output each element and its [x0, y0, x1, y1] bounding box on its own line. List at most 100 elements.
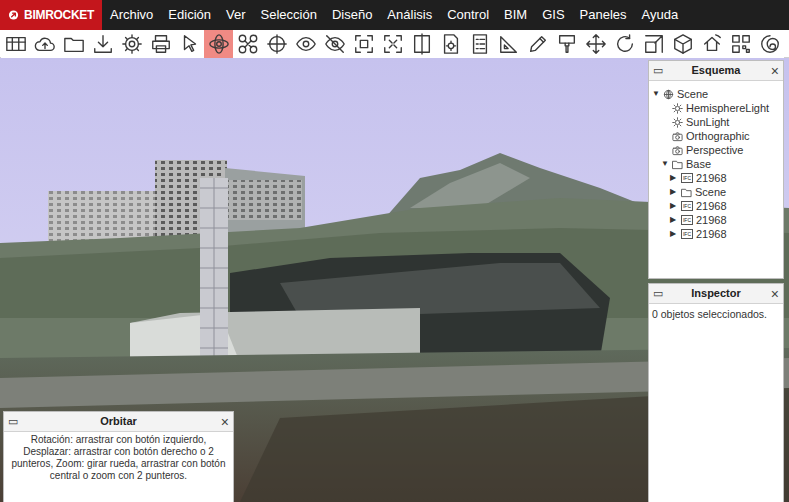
toolbar-button[interactable]	[581, 30, 610, 58]
toolbar-button[interactable]	[697, 30, 726, 58]
toolbar-button[interactable]	[523, 30, 552, 58]
minimize-icon[interactable]: ▭	[8, 416, 20, 427]
tree-toggle[interactable]: ▶	[670, 202, 679, 210]
menu-item[interactable]: Paneles	[580, 5, 627, 25]
panel-header[interactable]: ▭Orbitar×	[4, 412, 233, 432]
toolbar-button[interactable]	[88, 30, 117, 58]
toolbar-button[interactable]	[349, 30, 378, 58]
menu-item[interactable]: Diseño	[332, 5, 372, 25]
ifc-icon: IFC	[681, 215, 693, 225]
qr-icon	[730, 33, 752, 55]
brush-icon	[556, 33, 578, 55]
ifc-badge: IFC	[683, 176, 691, 181]
ifc-icon: IFC	[681, 229, 693, 239]
pencil-icon	[527, 33, 549, 55]
toolbar-button[interactable]	[233, 30, 262, 58]
toolbar-button[interactable]	[262, 30, 291, 58]
menu-item[interactable]: Edición	[168, 5, 211, 25]
home-icon	[701, 33, 723, 55]
minimize-icon[interactable]: ▭	[653, 65, 665, 76]
close-icon[interactable]: ×	[217, 415, 229, 429]
tree-toggle[interactable]: ▶	[670, 174, 679, 182]
tree-item[interactable]: ▶IFC21968	[652, 227, 783, 241]
menu-item[interactable]: Análisis	[387, 5, 432, 25]
inspector-panel: ▭Inspector×0 objetos seleccionados.	[648, 283, 784, 502]
toolbar-button[interactable]	[494, 30, 523, 58]
toolbar-button[interactable]	[378, 30, 407, 58]
menu-bar: BIMROCKET Archivo Edición Ver Selección Diseñ…	[0, 0, 789, 30]
tree-toggle[interactable]: ▼	[661, 160, 670, 168]
panel-header[interactable]: ▭Inspector×	[649, 284, 783, 304]
toolbar-button[interactable]	[59, 30, 88, 58]
menu-item[interactable]: Ayuda	[642, 5, 679, 25]
pointer-icon	[179, 33, 201, 55]
tree-item[interactable]: ▶IFC21968	[652, 213, 783, 227]
camera-icon	[672, 145, 683, 156]
toolbar-button[interactable]	[407, 30, 436, 58]
orbit-icon	[208, 33, 230, 55]
toolbar-button[interactable]	[726, 30, 755, 58]
tree-toggle[interactable]: ▶	[670, 188, 679, 196]
viewport-3d[interactable]: ▭Esquema×▼SceneHemisphereLightSunLightOr…	[0, 58, 789, 502]
toolbar-button[interactable]	[552, 30, 581, 58]
toolbar-button[interactable]	[320, 30, 349, 58]
tree-label: HemisphereLight	[685, 100, 769, 117]
toolbar-button[interactable]	[30, 30, 59, 58]
tree-item[interactable]: HemisphereLight	[652, 101, 783, 115]
tree-label: SunLight	[685, 114, 729, 131]
rotate-icon	[614, 33, 636, 55]
tree-item[interactable]: ▶IFC21968	[652, 199, 783, 213]
tree-label: 21968	[695, 198, 727, 215]
ifc-icon: IFC	[681, 201, 693, 211]
tree-item[interactable]: SunLight	[652, 115, 783, 129]
toolbar-button[interactable]	[755, 30, 784, 58]
menu-list: Archivo Edición Ver Selección Diseño Análisis…	[102, 0, 678, 30]
toolbar-button[interactable]	[146, 30, 175, 58]
menu-item[interactable]: Ver	[226, 5, 246, 25]
ifc-icon: IFC	[681, 173, 693, 183]
app-logo[interactable]: BIMROCKET	[0, 0, 102, 30]
checklist-icon	[469, 33, 491, 55]
tree-toggle[interactable]: ▶	[670, 230, 679, 238]
close-icon[interactable]: ×	[767, 64, 779, 78]
toolbar-button[interactable]	[175, 30, 204, 58]
toolbar-button[interactable]	[291, 30, 320, 58]
toolbar-button[interactable]	[639, 30, 668, 58]
toolbar-button[interactable]	[1, 30, 30, 58]
eyeoff-icon	[324, 33, 346, 55]
tree-item[interactable]: ▶Scene	[652, 185, 783, 199]
ifc-badge: IFC	[683, 218, 691, 223]
drone-icon	[237, 33, 259, 55]
menu-item[interactable]: Archivo	[110, 5, 153, 25]
section-icon	[411, 33, 433, 55]
panel-body: 0 objetos seleccionados.	[649, 304, 783, 502]
tree-item[interactable]: ▼Base	[652, 157, 783, 171]
outline-panel: ▭Esquema×▼SceneHemisphereLightSunLightOr…	[648, 60, 784, 279]
close-icon[interactable]: ×	[767, 287, 779, 301]
toolbar-button[interactable]	[610, 30, 639, 58]
panel-title: Inspector	[665, 285, 767, 302]
panel-body: Rotación: arrastrar con botón izquierdo,…	[4, 432, 233, 502]
panel-header[interactable]: ▭Esquema×	[649, 61, 783, 81]
tree-toggle[interactable]: ▶	[670, 216, 679, 224]
toolbar-button[interactable]	[668, 30, 697, 58]
menu-item[interactable]: GIS	[542, 5, 564, 25]
toolbar-button[interactable]	[204, 30, 233, 58]
toolbar-button[interactable]	[465, 30, 494, 58]
tree-item[interactable]: ▶IFC21968	[652, 171, 783, 185]
minimize-icon[interactable]: ▭	[653, 288, 665, 299]
tree-item[interactable]: Perspective	[652, 143, 783, 157]
folder-icon	[672, 159, 683, 170]
panel-body: ▼SceneHemisphereLightSunLightOrthographi…	[649, 81, 783, 278]
menu-item[interactable]: BIM	[504, 5, 527, 25]
tree-toggle[interactable]: ▼	[652, 90, 661, 98]
camera-icon	[672, 131, 683, 142]
menu-item[interactable]: Control	[447, 5, 489, 25]
toolbar-button[interactable]	[117, 30, 146, 58]
tree-item[interactable]: Orthographic	[652, 129, 783, 143]
tree-item[interactable]: ▼Scene	[652, 87, 783, 101]
menu-item[interactable]: Selección	[261, 5, 317, 25]
toolbar-button[interactable]	[436, 30, 465, 58]
ifc-badge: IFC	[683, 232, 691, 237]
scene-icon	[663, 89, 674, 100]
